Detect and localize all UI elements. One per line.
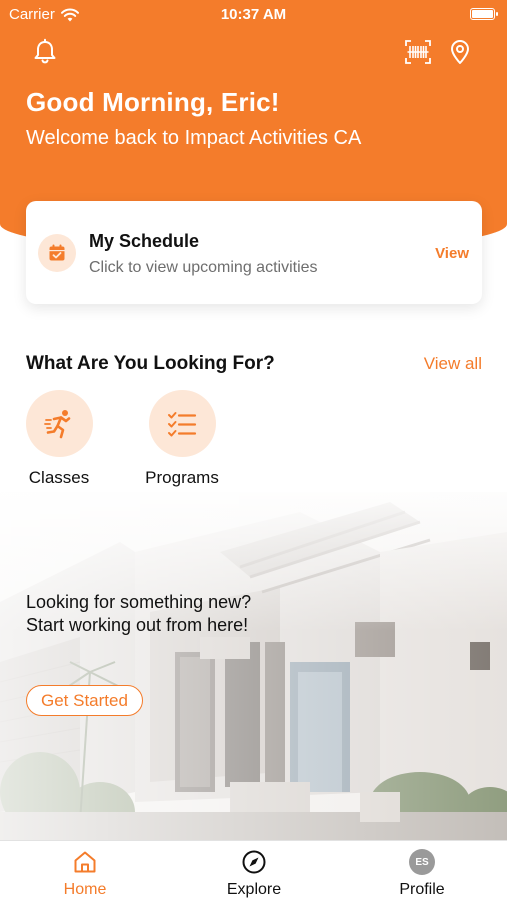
category-icon-badge <box>148 390 216 457</box>
get-started-button[interactable]: Get Started <box>26 685 143 716</box>
home-icon <box>74 851 96 873</box>
category-label: Classes <box>28 468 90 487</box>
schedule-subtitle: Click to view upcoming activities <box>89 259 318 276</box>
calendar-check-icon <box>49 244 65 261</box>
welcome-subtitle: Welcome back to Impact Activities CA <box>26 127 362 149</box>
compass-icon <box>242 850 266 874</box>
calendar-icon-badge <box>38 234 76 272</box>
tab-label: Home <box>63 881 107 898</box>
greeting-title: Good Morning, Eric! <box>26 87 280 117</box>
schedule-title: My Schedule <box>89 231 200 251</box>
status-bar: Carrier 10:37 AM <box>0 0 507 30</box>
tab-explore[interactable]: Explore <box>189 841 319 900</box>
location-pin-icon[interactable] <box>446 38 474 66</box>
bottom-tab-bar: Home Explore ES Profile <box>0 840 507 900</box>
tab-profile[interactable]: ES Profile <box>357 841 487 900</box>
category-label: Programs <box>145 468 219 487</box>
category-classes[interactable]: Classes <box>9 390 109 488</box>
category-programs[interactable]: Programs <box>132 390 232 488</box>
promo-overlay <box>0 492 507 840</box>
bell-icon[interactable] <box>31 38 59 66</box>
promo-headline: Looking for something new? <box>26 592 252 612</box>
category-icon-badge <box>25 390 93 457</box>
barcode-scan-icon[interactable] <box>404 38 432 66</box>
promo-banner: Looking for something new? Start working… <box>0 492 507 840</box>
view-all-link[interactable]: View all <box>424 354 482 374</box>
promo-subheadline: Start working out from here! <box>26 615 249 635</box>
my-schedule-card[interactable]: My Schedule Click to view upcoming activ… <box>26 201 482 304</box>
tab-home[interactable]: Home <box>20 841 150 900</box>
schedule-view-link[interactable]: View <box>435 245 469 262</box>
battery-icon <box>470 8 498 20</box>
categories-section-title: What Are You Looking For? <box>26 353 275 374</box>
avatar: ES <box>409 849 435 875</box>
tab-label: Explore <box>226 881 282 898</box>
status-time: 10:37 AM <box>220 6 287 23</box>
running-person-icon <box>44 409 71 438</box>
tab-label: Profile <box>399 881 445 898</box>
checklist-icon <box>168 411 197 436</box>
